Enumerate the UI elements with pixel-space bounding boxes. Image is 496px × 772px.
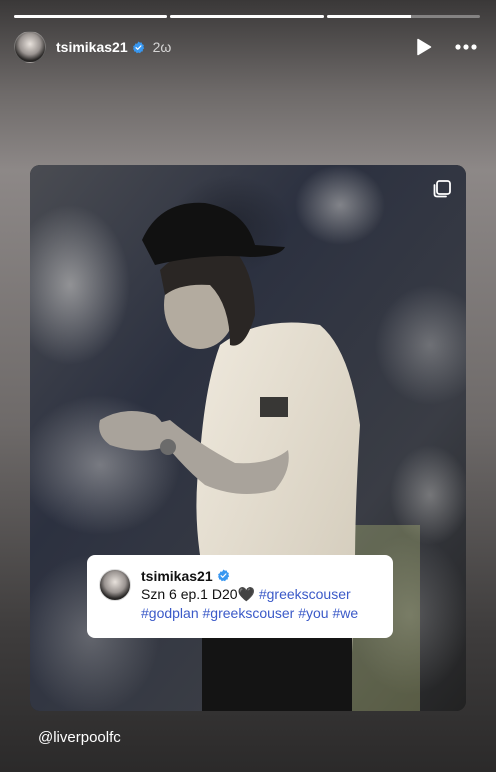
more-horizontal-icon	[455, 44, 477, 50]
multiple-photos-icon	[433, 180, 451, 198]
story-progress-bar	[14, 15, 480, 18]
more-options-button[interactable]	[452, 33, 480, 61]
hashtag-link[interactable]: #we	[332, 605, 358, 621]
progress-segment	[170, 15, 324, 18]
caption-text-prefix: Szn 6 ep.1 D20🖤	[141, 586, 259, 602]
story-header: tsimikas21 2ω	[14, 30, 480, 64]
progress-segment	[14, 15, 168, 18]
story-timestamp: 2ω	[152, 39, 172, 55]
hashtag-link[interactable]: #greekscouser	[259, 586, 351, 602]
progress-fill	[170, 15, 324, 18]
caption-body: tsimikas21 Szn 6 ep.1 D20🖤 #greekscouser…	[141, 567, 381, 628]
caption-avatar	[99, 569, 131, 601]
hashtag-link[interactable]: #you	[298, 605, 328, 621]
post-caption-card[interactable]: tsimikas21 Szn 6 ep.1 D20🖤 #greekscouser…	[87, 555, 393, 638]
avatar[interactable]	[14, 31, 46, 63]
play-icon	[417, 38, 432, 56]
caption-user-row: tsimikas21	[141, 567, 381, 584]
caption-username[interactable]: tsimikas21	[141, 568, 213, 584]
progress-fill	[14, 15, 168, 18]
caption-text: Szn 6 ep.1 D20🖤 #greekscouser #godplan #…	[141, 585, 381, 623]
verified-badge-icon	[217, 569, 230, 582]
play-button[interactable]	[410, 33, 438, 61]
username[interactable]: tsimikas21	[56, 39, 128, 55]
verified-badge-icon	[132, 41, 145, 54]
mention-sticker[interactable]: @liverpoolfc	[38, 729, 121, 746]
hashtag-link[interactable]: #greekscouser	[203, 605, 295, 621]
progress-segment	[326, 15, 480, 18]
progress-fill	[326, 15, 411, 18]
hashtag-link[interactable]: #godplan	[141, 605, 199, 621]
